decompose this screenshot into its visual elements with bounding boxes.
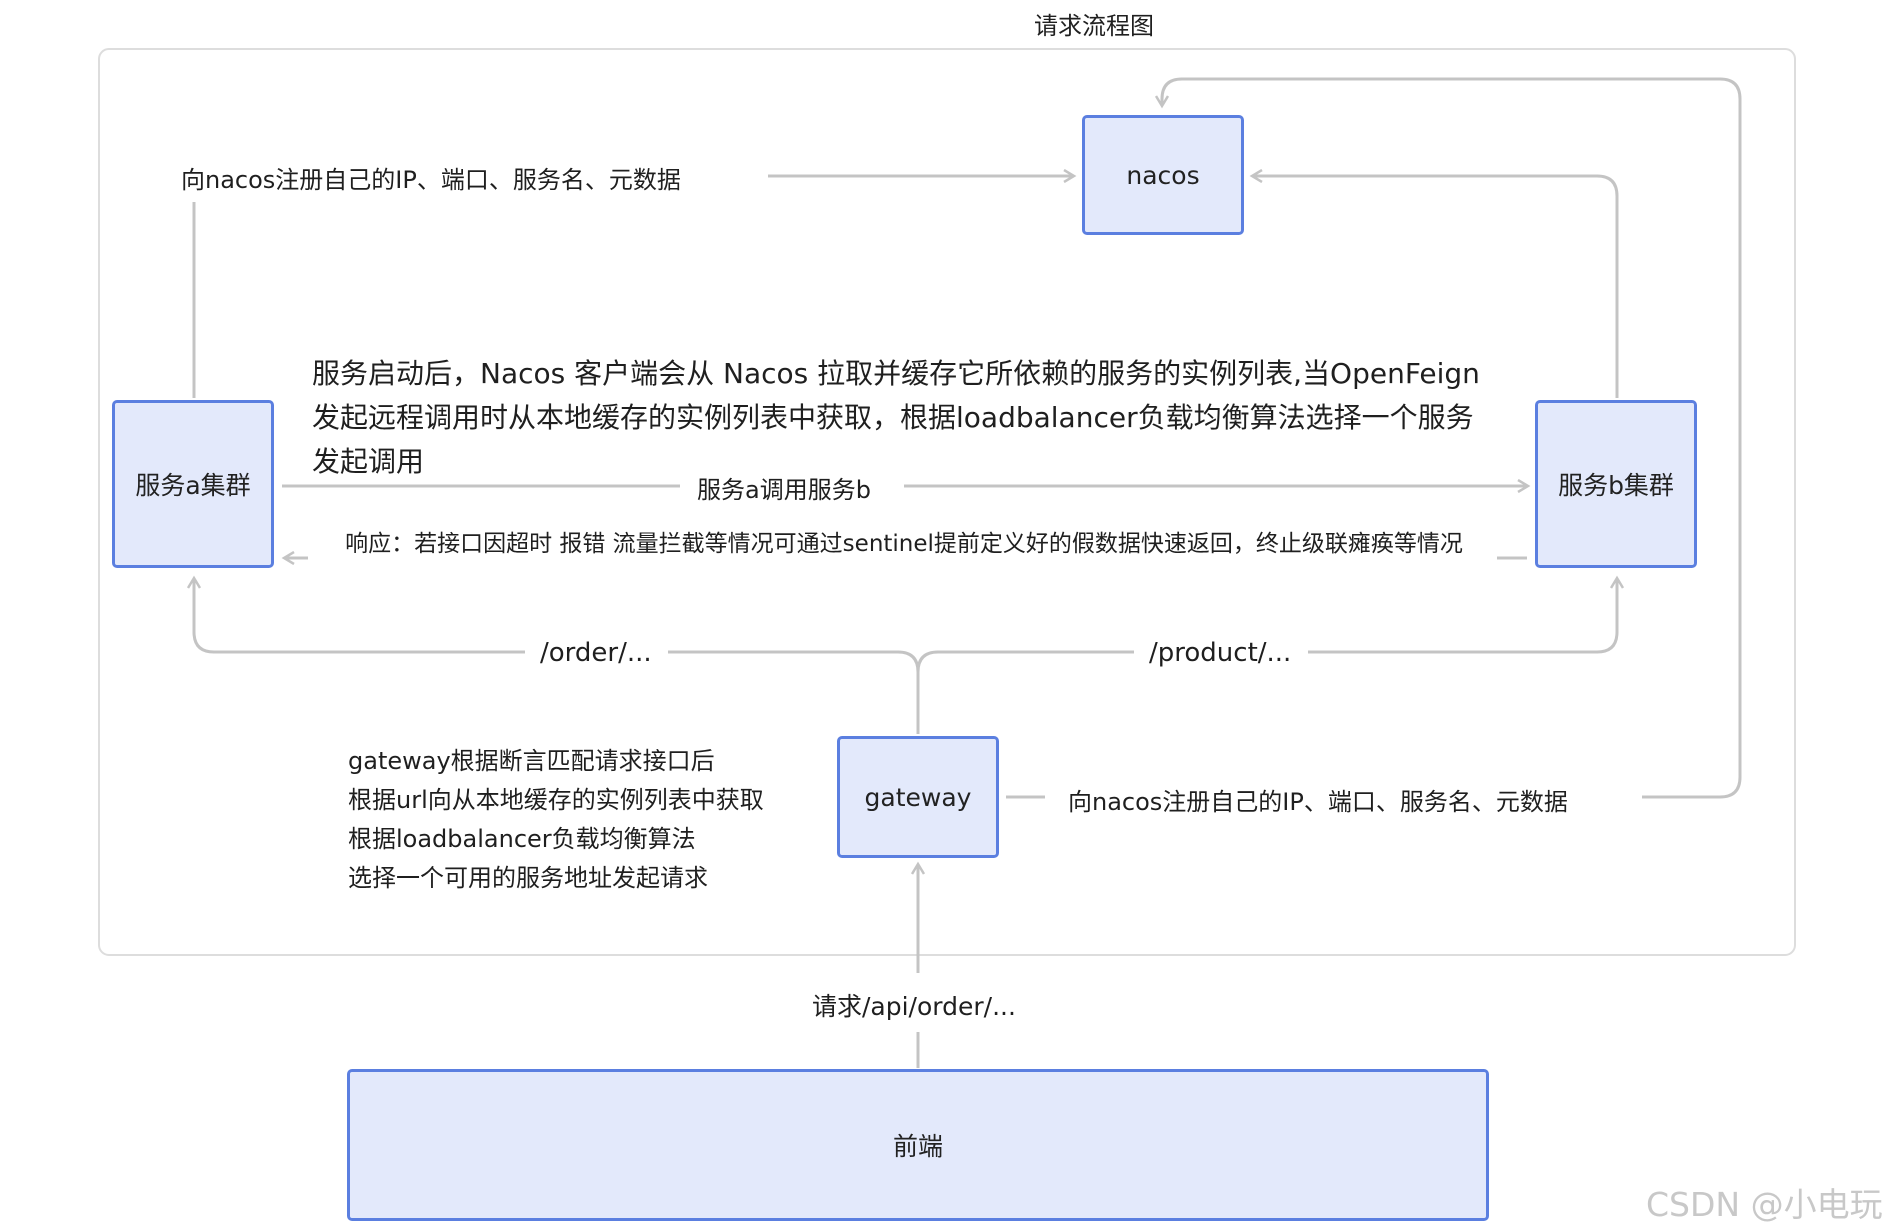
service-b-node-label: 服务b集群 xyxy=(1558,471,1674,500)
gateway-note-line-2: 根据url向从本地缓存的实例列表中获取 xyxy=(348,780,764,815)
line-route-order xyxy=(668,650,920,734)
product-path-label: /product/... xyxy=(1149,638,1292,668)
watermark: CSDN @小电玩 xyxy=(1646,1185,1883,1224)
register-gateway-label: 向nacos注册自己的IP、端口、服务名、元数据 xyxy=(1068,782,1568,817)
call-ab-label: 服务a调用服务b xyxy=(697,470,871,505)
line-route-product xyxy=(916,650,1134,673)
service-b-node[interactable]: 服务b集群 xyxy=(1535,400,1697,568)
service-a-node-label: 服务a集群 xyxy=(135,471,251,500)
frontend-node[interactable]: 前端 xyxy=(347,1069,1489,1221)
order-path-label: /order/... xyxy=(540,638,652,668)
nacos-node-label: nacos xyxy=(1126,160,1200,190)
line-route-order-arrow xyxy=(194,578,525,654)
frontend-node-label: 前端 xyxy=(892,1132,943,1161)
gateway-node[interactable]: gateway xyxy=(837,736,999,858)
service-a-node[interactable]: 服务a集群 xyxy=(112,400,274,568)
gateway-node-label: gateway xyxy=(864,782,972,812)
gateway-note-line-4: 选择一个可用的服务地址发起请求 xyxy=(348,858,708,893)
request-path-label: 请求/api/order/... xyxy=(812,987,1016,1023)
startup-note: 服务启动后，Nacos 客户端会从 Nacos 拉取并缓存它所依赖的服务的实例列… xyxy=(312,357,1480,478)
gateway-note-line-3: 根据loadbalancer负载均衡算法 xyxy=(348,819,696,854)
line-route-product-arrow xyxy=(1308,578,1617,654)
gateway-note-line-1: gateway根据断言匹配请求接口后 xyxy=(348,741,715,776)
flow-diagram: 请求流程图 nacos 服务a集群 服务b集群 gateway 前端 向naco… xyxy=(0,0,1902,1230)
diagram-title: 请求流程图 xyxy=(1034,6,1154,41)
response-label: 响应：若接口因超时 报错 流量拦截等情况可通过sentinel提前定义好的假数据… xyxy=(345,531,1463,557)
register-a-label: 向nacos注册自己的IP、端口、服务名、元数据 xyxy=(181,160,681,195)
nacos-node[interactable]: nacos xyxy=(1082,115,1244,235)
